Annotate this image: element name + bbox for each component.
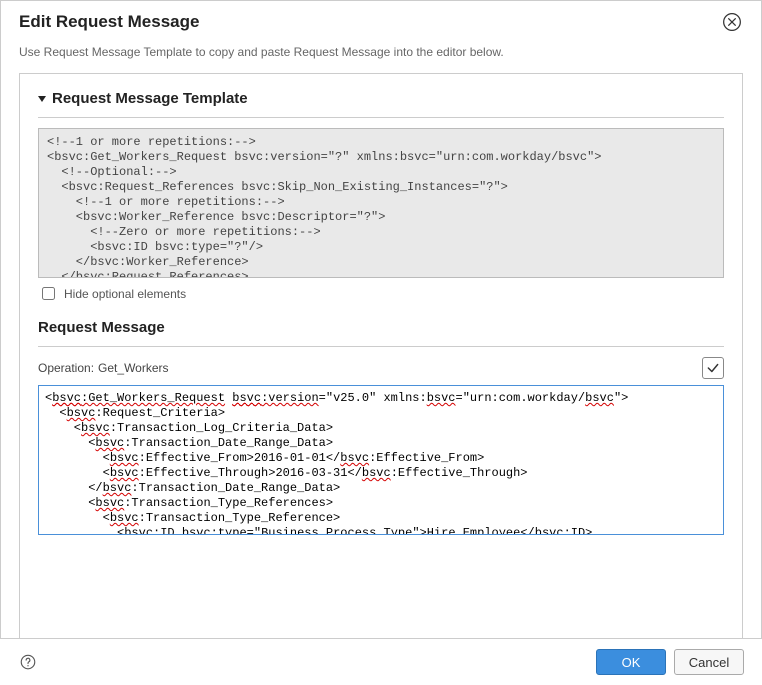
message-textarea[interactable]: <bsvc:Get_Workers_Request bsvc:version="… <box>38 385 724 535</box>
check-icon <box>706 361 720 375</box>
dialog-subtitle: Use Request Message Template to copy and… <box>1 39 761 73</box>
help-button[interactable] <box>18 652 38 672</box>
close-button[interactable] <box>721 11 743 33</box>
content-area: Request Message Template Hide optional e… <box>19 73 743 644</box>
operation-label: Operation: <box>38 361 94 375</box>
close-icon <box>722 12 742 32</box>
operation-row: Operation: Get_Workers <box>38 357 724 379</box>
hide-optional-checkbox[interactable] <box>42 287 55 300</box>
hide-optional-label: Hide optional elements <box>64 287 186 301</box>
operation-value: Get_Workers <box>98 361 702 375</box>
validate-button[interactable] <box>702 357 724 379</box>
chevron-down-icon <box>38 96 46 102</box>
ok-button[interactable]: OK <box>596 649 666 675</box>
divider <box>38 117 724 118</box>
template-section-header[interactable]: Request Message Template <box>38 90 724 107</box>
dialog-footer: OK Cancel <box>0 638 762 685</box>
hide-optional-row: Hide optional elements <box>38 284 724 303</box>
cancel-button[interactable]: Cancel <box>674 649 744 675</box>
dialog-title: Edit Request Message <box>19 12 721 32</box>
template-textarea[interactable] <box>38 128 724 278</box>
template-section-title: Request Message Template <box>52 90 248 107</box>
message-section-title: Request Message <box>38 319 724 336</box>
help-icon <box>19 653 37 671</box>
divider <box>38 346 724 347</box>
